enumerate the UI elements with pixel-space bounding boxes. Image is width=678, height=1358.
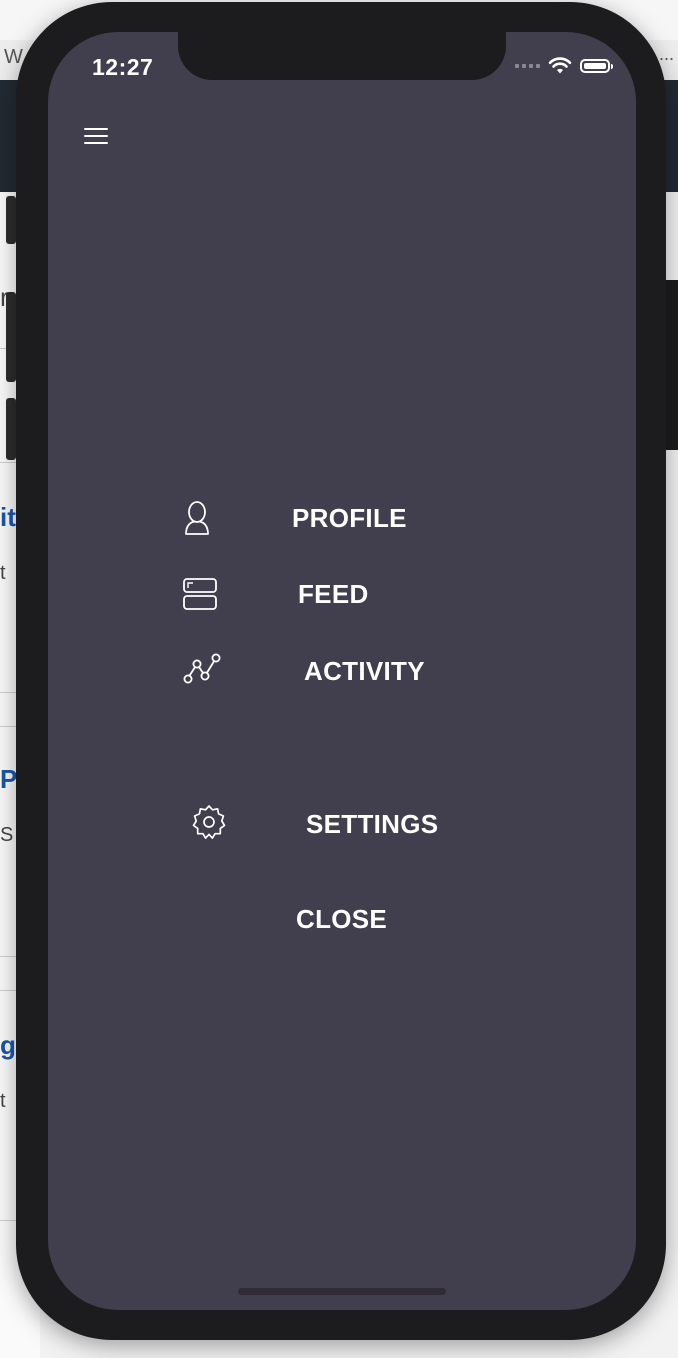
signal-icon: [515, 64, 540, 68]
menu-item-label: SETTINGS: [306, 809, 439, 839]
status-time: 12:27: [92, 54, 154, 80]
activity-graph-icon: [183, 653, 221, 684]
hamburger-menu-icon[interactable]: [84, 128, 108, 146]
menu-item-profile[interactable]: PROFILE: [178, 496, 478, 540]
close-label: CLOSE: [296, 904, 388, 934]
background-block: [6, 398, 16, 460]
address-bar-text: W: [4, 46, 23, 68]
status-indicators: [515, 56, 613, 76]
background-text-fragment: t: [0, 562, 6, 584]
feed-icon: [183, 578, 217, 610]
close-button[interactable]: CLOSE: [288, 900, 408, 940]
menu-item-label: PROFILE: [292, 503, 407, 533]
person-icon: [185, 501, 209, 535]
gear-icon: [192, 805, 226, 839]
home-indicator[interactable]: [238, 1288, 446, 1295]
phone-frame: 12:27 PROFILE FEED ACTIVITY SETTINGS CLO…: [16, 2, 666, 1340]
address-bar-ellipsis: ...: [658, 44, 674, 64]
phone-screen: 12:27 PROFILE FEED ACTIVITY SETTINGS CLO…: [48, 32, 636, 1310]
background-link-fragment: it: [0, 502, 16, 532]
wifi-icon: [548, 57, 572, 74]
battery-icon: [580, 59, 613, 73]
menu-item-settings[interactable]: SETTINGS: [188, 800, 488, 844]
background-text-fragment: t: [0, 1090, 6, 1112]
menu-item-label: ACTIVITY: [304, 656, 425, 686]
menu-item-activity[interactable]: ACTIVITY: [178, 648, 478, 692]
menu-item-label: FEED: [298, 579, 369, 609]
menu-item-feed[interactable]: FEED: [178, 572, 478, 616]
background-block: [6, 196, 16, 244]
background-text-fragment: S: [0, 824, 14, 846]
phone-notch: [178, 32, 506, 80]
background-block: [6, 292, 16, 382]
